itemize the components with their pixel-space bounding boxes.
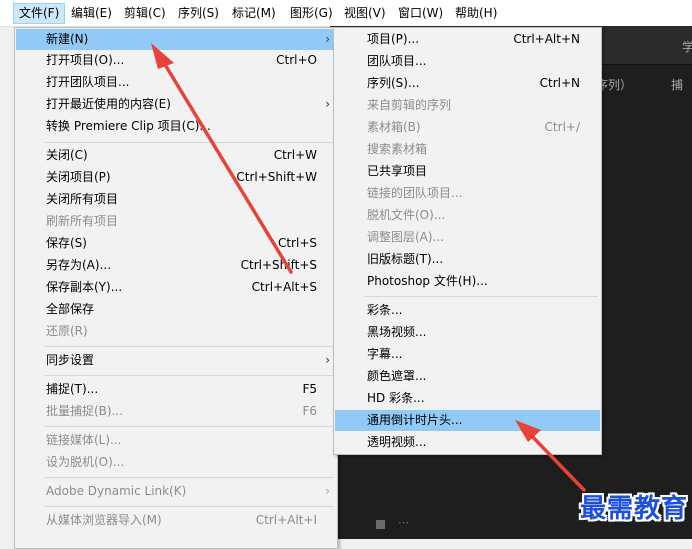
tutorial-arrows bbox=[151, 43, 586, 492]
arrow-to-countdown-leader bbox=[515, 420, 586, 492]
arrow-to-new-menu bbox=[151, 43, 293, 274]
watermark-logo: 最需教育 bbox=[579, 494, 688, 524]
